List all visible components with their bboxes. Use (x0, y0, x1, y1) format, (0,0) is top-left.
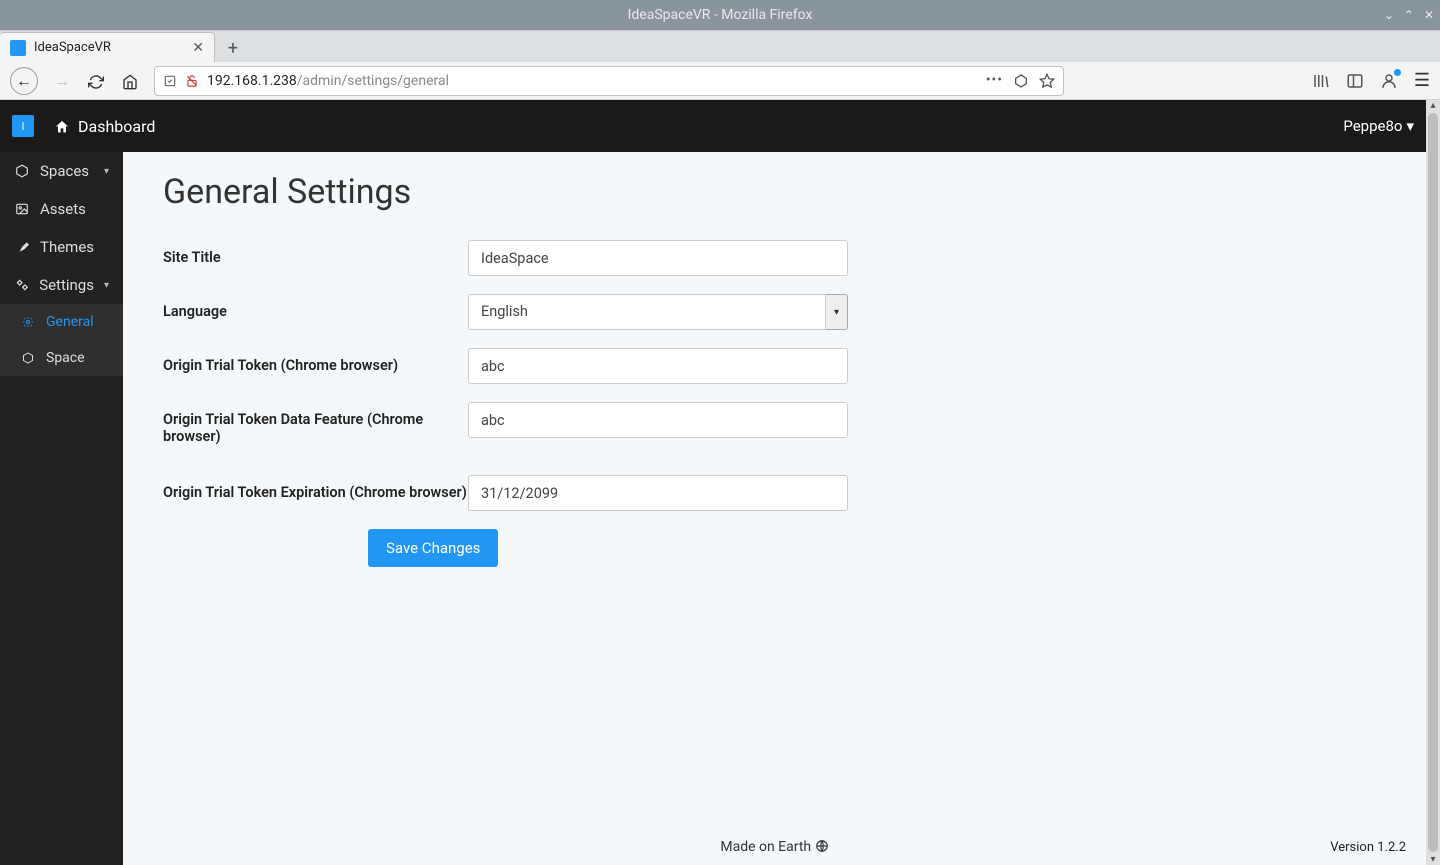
new-tab-button[interactable]: + (219, 34, 247, 62)
footer: Made on Earth (123, 839, 1426, 855)
form-row-token-data: Origin Trial Token Data Feature (Chrome … (163, 402, 1386, 445)
sidebar-item-settings[interactable]: Settings ▾ (0, 266, 123, 304)
os-minimize-icon[interactable]: ⌄ (1384, 8, 1394, 22)
cogs-icon (14, 277, 29, 293)
os-maximize-icon[interactable]: ⌃ (1404, 8, 1414, 22)
language-label: Language (163, 294, 468, 330)
sidebar-item-label: Assets (40, 200, 86, 218)
url-insecure-icon (185, 73, 199, 88)
footer-text: Made on Earth (720, 839, 811, 855)
os-close-icon[interactable]: ✕ (1424, 8, 1434, 22)
scroll-up-icon[interactable]: ▴ (1430, 100, 1435, 111)
site-title-input[interactable] (468, 240, 848, 276)
urlbar-right: ••• (986, 72, 1055, 88)
form-row-token: Origin Trial Token (Chrome browser) (163, 348, 1386, 384)
browser-back-button[interactable]: ← (10, 67, 38, 95)
app-logo-icon[interactable]: I (12, 115, 34, 137)
app-navbar: I Dashboard Peppe8o ▾ (0, 100, 1426, 152)
token-data-input[interactable] (468, 402, 848, 438)
submit-row: Save Changes (163, 529, 1386, 567)
url-host: 192.168.1.238 (207, 73, 297, 89)
url-shield-icon (163, 73, 177, 88)
tab-close-icon[interactable]: ✕ (192, 40, 204, 56)
sidebar-item-spaces[interactable]: Spaces ▾ (0, 152, 123, 190)
urlbar-more-icon[interactable]: ••• (986, 72, 1003, 88)
cube-icon (14, 163, 30, 179)
sidebar: Spaces ▾ Assets Themes Settings ▾ (0, 100, 123, 865)
browser-home-button[interactable] (120, 71, 140, 90)
cog-icon (20, 314, 36, 330)
home-icon (54, 117, 70, 136)
caret-down-icon: ▾ (1406, 117, 1414, 135)
save-changes-button[interactable]: Save Changes (368, 529, 498, 567)
os-titlebar: IdeaSpaceVR - Mozilla Firefox ⌄ ⌃ ✕ (0, 0, 1440, 30)
token-expiration-label: Origin Trial Token Expiration (Chrome br… (163, 475, 468, 511)
urlbar-bookmark-icon[interactable] (1039, 72, 1055, 88)
sidebar-item-assets[interactable]: Assets (0, 190, 123, 228)
brush-icon (14, 239, 30, 255)
browser-tab[interactable]: IdeaSpaceVR ✕ (0, 32, 215, 62)
browser-menu-button[interactable]: ☰ (1414, 70, 1430, 91)
url-bar[interactable]: 192.168.1.238/admin/settings/general ••• (154, 66, 1064, 96)
footer-version: Version 1.2.2 (1330, 840, 1406, 855)
caret-down-icon: ▾ (104, 166, 109, 177)
scroll-down-icon[interactable]: ▾ (1430, 854, 1435, 865)
user-name: Peppe8o (1343, 117, 1402, 135)
token-data-label: Origin Trial Token Data Feature (Chrome … (163, 402, 468, 445)
form-row-token-expiration: Origin Trial Token Expiration (Chrome br… (163, 475, 1386, 511)
url-text: 192.168.1.238/admin/settings/general (207, 73, 978, 89)
form-row-language: Language English ▾ (163, 294, 1386, 330)
sidebar-item-label: Space (46, 350, 85, 366)
library-icon[interactable] (1312, 71, 1330, 91)
browser-toolbar: ← → 192.168.1.238/admin/settings/general… (0, 62, 1440, 100)
sidebar-item-label: General (46, 314, 94, 330)
sidebar-subitem-space[interactable]: Space (0, 340, 123, 376)
sidebar-toggle-icon[interactable] (1346, 71, 1364, 91)
language-select[interactable]: English ▾ (468, 294, 848, 330)
select-caret-icon[interactable]: ▾ (826, 294, 848, 330)
tab-title: IdeaSpaceVR (34, 40, 111, 55)
image-icon (14, 201, 30, 217)
token-expiration-input[interactable] (468, 475, 848, 511)
user-menu[interactable]: Peppe8o ▾ (1343, 117, 1414, 135)
token-label: Origin Trial Token (Chrome browser) (163, 348, 468, 384)
app-area: I Dashboard Peppe8o ▾ Spaces ▾ Assets (0, 100, 1440, 865)
account-icon[interactable] (1380, 71, 1398, 91)
cube-icon (20, 350, 36, 366)
browser-reload-button[interactable] (86, 71, 106, 90)
scroll-thumb[interactable] (1428, 113, 1438, 852)
dashboard-link[interactable]: Dashboard (54, 117, 155, 136)
token-input[interactable] (468, 348, 848, 384)
site-title-label: Site Title (163, 240, 468, 276)
tab-favicon-icon (10, 40, 26, 56)
browser-tabstrip: IdeaSpaceVR ✕ + (0, 30, 1440, 62)
sidebar-item-label: Spaces (40, 162, 89, 180)
urlbar-reader-icon[interactable] (1013, 72, 1029, 88)
toolbar-right: ☰ (1312, 70, 1430, 91)
os-window-title: IdeaSpaceVR - Mozilla Firefox (628, 7, 813, 23)
page-title: General Settings (163, 172, 1386, 212)
url-path: /admin/settings/general (297, 73, 449, 89)
sidebar-item-themes[interactable]: Themes (0, 228, 123, 266)
os-window-controls: ⌄ ⌃ ✕ (1384, 8, 1434, 22)
sidebar-item-label: Settings (39, 276, 94, 294)
browser-forward-button: → (52, 71, 72, 91)
scrollbar[interactable]: ▴ ▾ (1426, 100, 1440, 865)
earth-icon (815, 839, 829, 855)
caret-down-icon: ▾ (104, 280, 109, 291)
sidebar-item-label: Themes (40, 238, 94, 256)
form-row-site-title: Site Title (163, 240, 1386, 276)
sidebar-subitem-general[interactable]: General (0, 304, 123, 340)
language-select-value: English (468, 294, 826, 330)
main-content: General Settings Site Title Language Eng… (123, 100, 1426, 865)
dashboard-label: Dashboard (78, 117, 155, 136)
